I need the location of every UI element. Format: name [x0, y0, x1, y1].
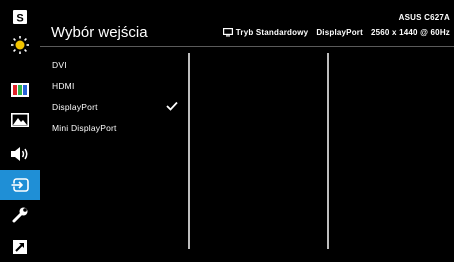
- color-icon: [11, 83, 29, 97]
- input-status: DisplayPort: [316, 28, 363, 37]
- page-title: Wybór wejścia: [51, 24, 148, 41]
- sidebar-item-system-setup[interactable]: [0, 200, 40, 230]
- sidebar-item-brightness[interactable]: [0, 30, 40, 60]
- model-name: ASUS C627A: [398, 13, 450, 22]
- sound-icon: [11, 147, 28, 161]
- selected-check-icon: [166, 101, 178, 111]
- main-panel: Wybór wejścia ASUS C627A Tryb Standardow…: [40, 0, 454, 256]
- option-mini-displayport[interactable]: Mini DisplayPort: [52, 123, 117, 133]
- option-hdmi[interactable]: HDMI: [52, 81, 75, 91]
- resolution-status: 2560 x 1440 @ 60Hz: [370, 28, 450, 37]
- header-divider: [40, 46, 454, 47]
- osd-header: Wybór wejścia ASUS C627A Tryb Standardow…: [40, 0, 454, 46]
- column-divider-2: [327, 53, 329, 249]
- sidebar-item-color[interactable]: [0, 75, 40, 105]
- shortcut-icon: [13, 240, 27, 254]
- sidebar: S: [0, 0, 40, 256]
- sidebar-item-image[interactable]: [0, 105, 40, 135]
- image-icon: [11, 113, 29, 127]
- sidebar-item-splendid[interactable]: S: [0, 2, 40, 32]
- brightness-icon: [11, 36, 29, 54]
- svg-text:S: S: [16, 13, 23, 25]
- splendid-icon: S: [13, 10, 27, 25]
- system-setup-icon: [12, 207, 28, 223]
- sidebar-item-shortcut[interactable]: [0, 232, 40, 262]
- option-dvi[interactable]: DVI: [52, 60, 67, 70]
- mode-status: Tryb Standardowy: [235, 28, 309, 37]
- sidebar-item-input-select[interactable]: [0, 170, 40, 200]
- sidebar-item-sound[interactable]: [0, 139, 40, 169]
- status-line: Tryb Standardowy DisplayPort 2560 x 1440…: [222, 28, 450, 37]
- option-displayport[interactable]: DisplayPort: [52, 102, 98, 112]
- input-select-icon: [11, 178, 29, 192]
- monitor-icon: [222, 28, 233, 37]
- column-divider-1: [188, 53, 190, 249]
